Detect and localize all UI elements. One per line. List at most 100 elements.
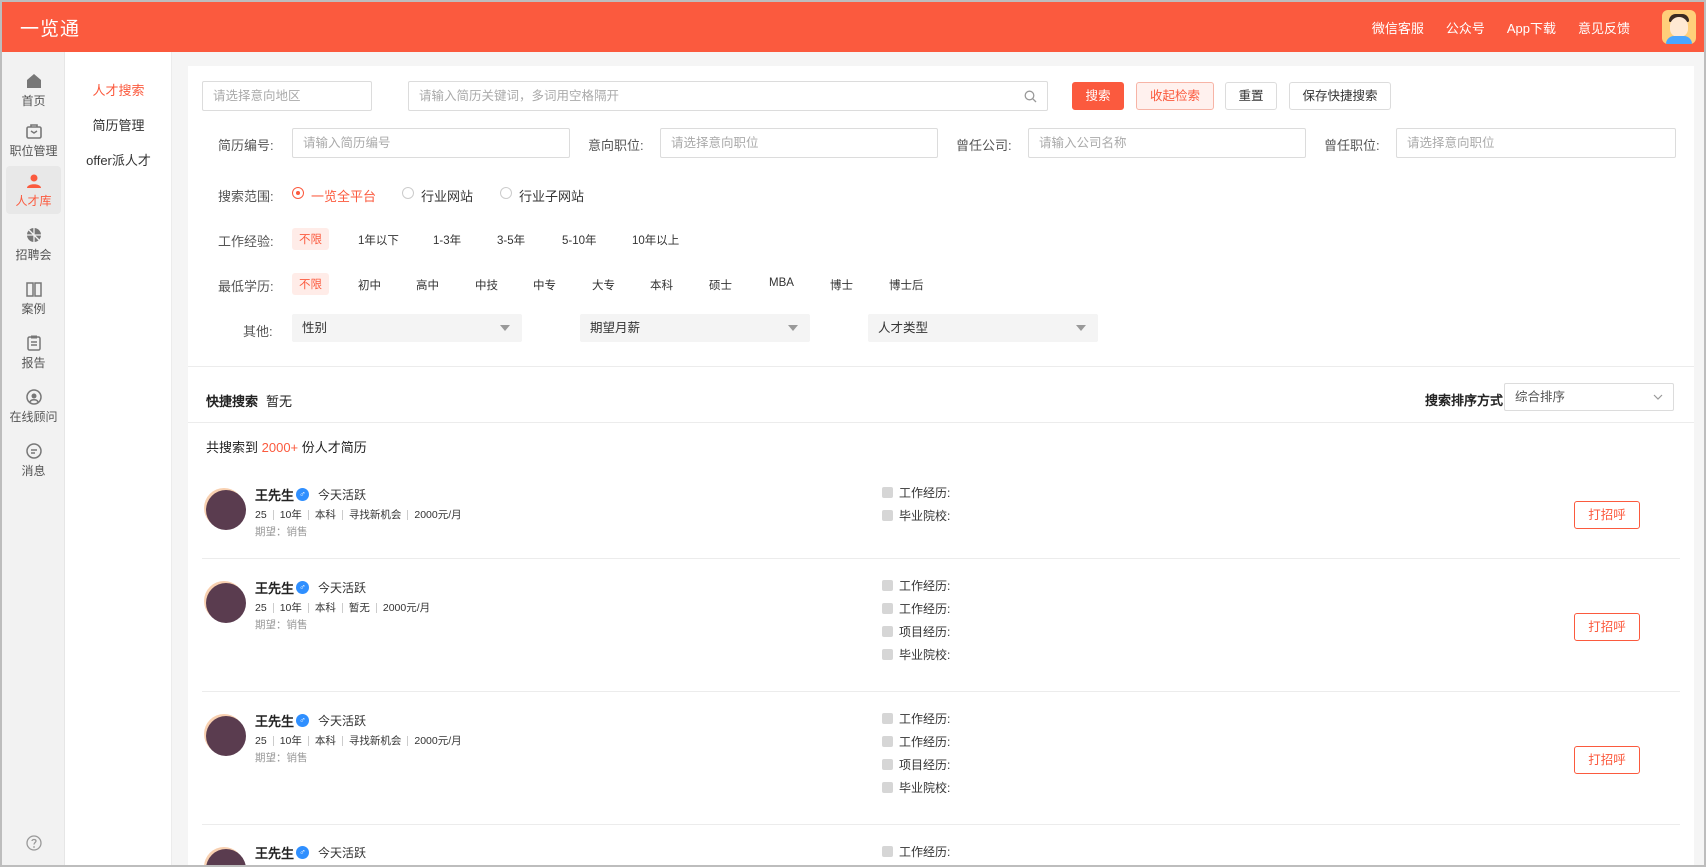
greet-button[interactable]: 打招呼	[1574, 613, 1640, 641]
candidate-name: 王先生	[255, 846, 295, 861]
scope-option-all[interactable]: 一览全平台	[311, 186, 376, 205]
candidate-card[interactable]: 王先生 ♂ 今天活跃 25 10年 本科 暂无 2000元/月 期望：销售 工作经历: …	[188, 559, 1694, 691]
experience-option-any[interactable]: 不限	[292, 228, 329, 250]
candidate-expectation: 期望：销售	[255, 526, 308, 538]
app-window: 一览通 微信客服 公众号 App下载 意见反馈 首页 职位管理 人才库 招聘会	[0, 0, 1706, 867]
graduation-cap-icon	[882, 510, 893, 521]
candidate-name: 王先生	[255, 581, 295, 596]
wechat-service-link[interactable]: 微信客服	[1372, 18, 1424, 37]
experience-option-5-10[interactable]: 5-10年	[562, 232, 597, 248]
region-select[interactable]: 请选择意向地区	[202, 81, 372, 111]
briefcase-icon	[882, 736, 893, 747]
app-logo[interactable]: 一览通	[20, 14, 80, 41]
active-status: 今天活跃	[318, 846, 367, 860]
sidebar-item-fair[interactable]: 招聘会	[6, 220, 61, 266]
position-label: 意向职位:	[588, 138, 644, 153]
active-status: 今天活跃	[318, 488, 367, 502]
sidebar-item-home[interactable]: 首页	[6, 66, 61, 112]
company-input[interactable]: 请输入公司名称	[1028, 128, 1306, 158]
results-summary: 共搜索到 2000+ 份人才简历	[206, 440, 367, 455]
app-download-link[interactable]: App下载	[1507, 18, 1556, 37]
cube-icon	[882, 626, 893, 637]
male-icon: ♂	[296, 714, 309, 727]
experience-option-1-3[interactable]: 1-3年	[433, 232, 461, 248]
education-option-senior[interactable]: 高中	[416, 277, 439, 293]
briefcase-icon	[882, 580, 893, 591]
education-option-vocational[interactable]: 中专	[533, 277, 556, 293]
candidate-name: 王先生	[255, 714, 295, 729]
education-option-bachelor[interactable]: 本科	[650, 277, 673, 293]
position-select[interactable]: 请选择意向职位	[660, 128, 938, 158]
greet-button[interactable]: 打招呼	[1574, 501, 1640, 529]
top-bar: 一览通 微信客服 公众号 App下载 意见反馈	[2, 2, 1704, 52]
school-row: 毕业院校:	[882, 507, 950, 524]
education-option-junior[interactable]: 初中	[358, 277, 381, 293]
clipboard-icon	[26, 335, 41, 351]
experience-option-3-5[interactable]: 3-5年	[497, 232, 525, 248]
prev-position-select[interactable]: 请选择意向职位	[1396, 128, 1676, 158]
education-option-phd[interactable]: 博士	[830, 277, 853, 293]
reset-button[interactable]: 重置	[1225, 82, 1277, 110]
user-avatar[interactable]	[1662, 10, 1696, 44]
sidebar-item-cases[interactable]: 案例	[6, 274, 61, 320]
salary-select[interactable]: 期望月薪	[580, 314, 810, 342]
briefcase-icon	[882, 846, 893, 857]
work-experience-row: 工作经历:	[882, 843, 950, 860]
candidate-meta: 25 10年 本科 寻找新机会 2000元/月	[255, 735, 462, 747]
gender-select[interactable]: 性别	[292, 314, 522, 342]
prev-position-label: 曾任职位:	[1324, 138, 1380, 153]
collapse-search-button[interactable]: 收起检索	[1136, 82, 1214, 110]
sidebar-item-consultant[interactable]: 在线顾问	[6, 382, 61, 428]
candidate-card[interactable]: 王先生 ♂ 今天活跃 25 10年 本科 寻找新机会 2000元/月 期望：销售 工作经…	[188, 692, 1694, 824]
greet-button[interactable]: 打招呼	[1574, 746, 1640, 774]
sidebar-item-jobs[interactable]: 职位管理	[6, 116, 61, 162]
company-label: 曾任公司:	[956, 138, 1012, 153]
scope-option-industry[interactable]: 行业网站	[421, 186, 473, 205]
male-icon: ♂	[296, 581, 309, 594]
official-account-link[interactable]: 公众号	[1446, 18, 1485, 37]
save-quick-search-button[interactable]: 保存快捷搜索	[1289, 82, 1391, 110]
education-option-postdoc[interactable]: 博士后	[889, 277, 924, 293]
scope-radio-industry[interactable]	[402, 187, 414, 199]
subnav-resume-management[interactable]: 简历管理	[65, 115, 172, 134]
scope-label: 搜索范围:	[218, 189, 274, 204]
education-option-any[interactable]: 不限	[292, 273, 329, 295]
other-label: 其他:	[243, 324, 273, 339]
candidate-avatar	[206, 716, 246, 756]
search-icon[interactable]	[1024, 90, 1037, 103]
keyword-search-input[interactable]: 请输入简历关键词，多词用空格隔开	[408, 81, 1048, 111]
search-button[interactable]: 搜索	[1072, 82, 1124, 110]
education-option-college[interactable]: 大专	[592, 277, 615, 293]
help-icon[interactable]	[26, 835, 42, 851]
cube-icon	[882, 759, 893, 770]
briefcase-icon	[882, 487, 893, 498]
talent-type-select[interactable]: 人才类型	[868, 314, 1098, 342]
feedback-link[interactable]: 意见反馈	[1578, 18, 1630, 37]
experience-option-lt1[interactable]: 1年以下	[358, 232, 399, 248]
experience-option-gt10[interactable]: 10年以上	[632, 232, 679, 248]
subnav-offer-talent[interactable]: offer派人才	[65, 150, 172, 169]
divider	[188, 366, 1694, 367]
candidate-meta: 25 10年 本科 寻找新机会 2000元/月	[255, 509, 462, 521]
education-option-master[interactable]: 硕士	[709, 277, 732, 293]
scope-radio-all[interactable]	[292, 187, 304, 199]
sidebar-item-talent[interactable]: 人才库	[6, 166, 61, 214]
chevron-down-icon	[500, 325, 510, 331]
graduation-cap-icon	[882, 782, 893, 793]
education-option-mba[interactable]: MBA	[769, 277, 794, 289]
education-option-tech[interactable]: 中技	[475, 277, 498, 293]
candidate-card[interactable]: 王先生 ♂ 今天活跃 工作经历:	[188, 825, 1694, 865]
candidate-name: 王先生	[255, 488, 295, 503]
candidate-expectation: 期望：销售	[255, 619, 308, 631]
sidebar-item-messages[interactable]: 消息	[6, 436, 61, 482]
candidate-avatar	[206, 849, 246, 865]
sidebar-item-reports[interactable]: 报告	[6, 328, 61, 374]
education-label: 最低学历:	[218, 279, 274, 294]
quick-search-value: 暂无	[266, 394, 293, 409]
sort-select[interactable]: 综合排序	[1504, 383, 1674, 411]
subnav-talent-search[interactable]: 人才搜索	[65, 80, 172, 99]
scope-radio-sub[interactable]	[500, 187, 512, 199]
candidate-card[interactable]: 王先生 ♂ 今天活跃 25 10年 本科 寻找新机会 2000元/月 期望：销售 工作经…	[188, 466, 1694, 558]
scope-option-sub[interactable]: 行业子网站	[519, 186, 584, 205]
resume-no-input[interactable]: 请输入简历编号	[292, 128, 570, 158]
